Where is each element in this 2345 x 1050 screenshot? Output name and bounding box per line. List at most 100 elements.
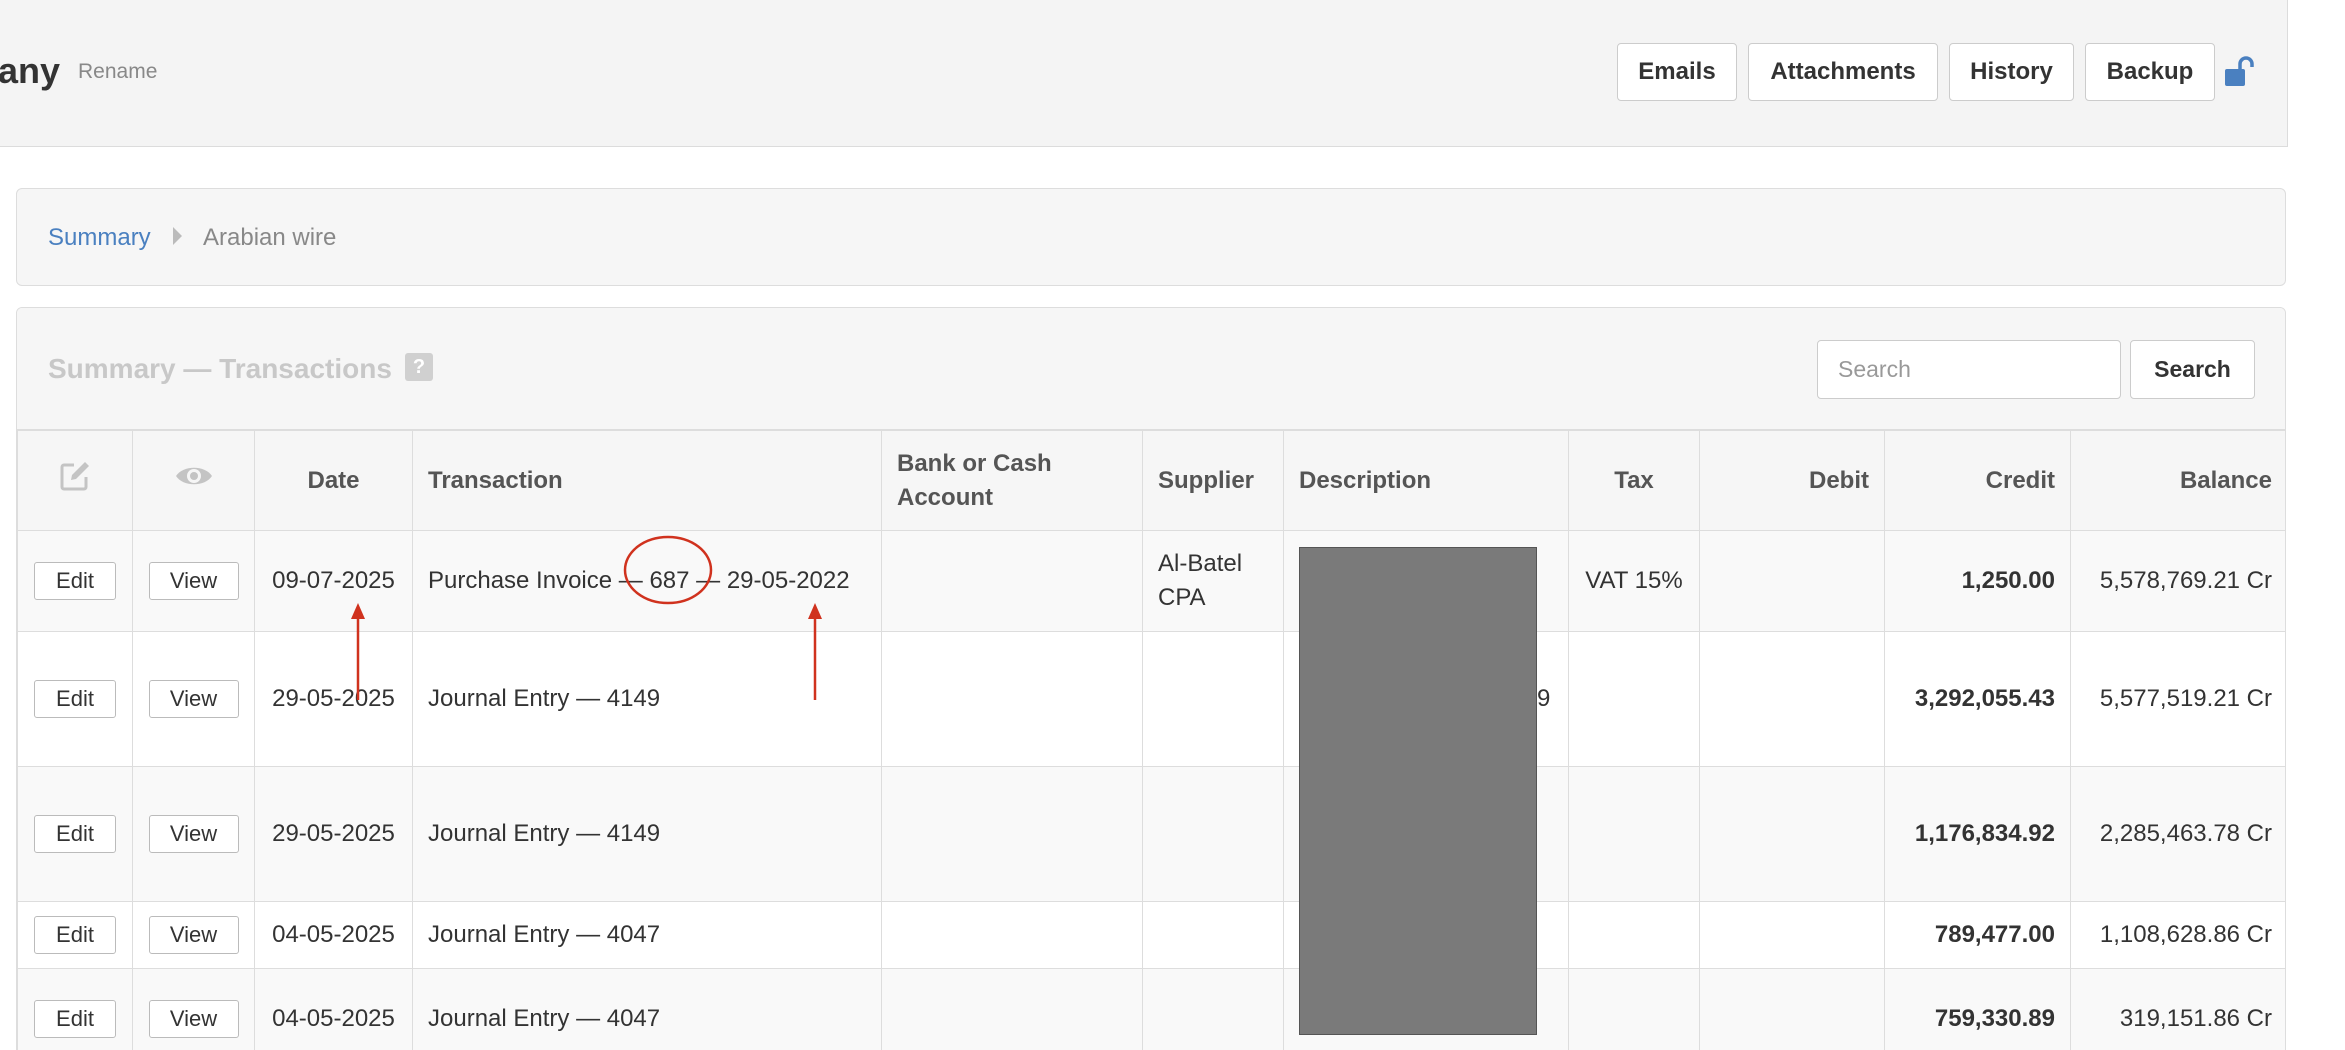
edit-cell: Edit <box>17 968 133 1050</box>
view-column-header <box>132 430 255 531</box>
balance-cell: 1,108,628.86 Cr <box>2070 901 2285 969</box>
unlock-icon[interactable] <box>2224 56 2254 88</box>
panel-header: Summary — Transactions ? Search <box>17 308 2285 430</box>
view-cell: View <box>132 968 255 1050</box>
debit-cell <box>1699 968 1885 1050</box>
supplier-cell <box>1142 968 1284 1050</box>
table-row: Edit View 09-07-2025 Purchase Invoice — … <box>17 530 2285 632</box>
transaction-cell: Journal Entry — 4149 <box>412 631 882 767</box>
column-header-description[interactable]: Description <box>1283 430 1569 531</box>
balance-cell: 5,577,519.21 Cr <box>2070 631 2285 767</box>
view-button[interactable]: View <box>148 815 239 853</box>
tax-cell <box>1568 901 1700 969</box>
view-button[interactable]: View <box>148 1000 239 1038</box>
table-row: Edit View 04-05-2025 Journal Entry — 404… <box>17 901 2285 969</box>
view-button[interactable]: View <box>148 562 239 600</box>
edit-button[interactable]: Edit <box>34 1000 116 1038</box>
column-header-bank-or-cash-account[interactable]: Bank or Cash Account <box>881 430 1143 531</box>
top-bar: any Rename Emails Attachments History Ba… <box>0 0 2288 147</box>
view-cell: View <box>132 631 255 767</box>
supplier-cell <box>1142 631 1284 767</box>
description-peek-text: 9 <box>1537 685 1551 712</box>
column-header-supplier[interactable]: Supplier <box>1142 430 1284 531</box>
balance-cell: 5,578,769.21 Cr <box>2070 530 2285 632</box>
table-header-row: Date Transaction Bank or Cash Account Su… <box>17 430 2285 531</box>
column-header-balance[interactable]: Balance <box>2070 430 2285 531</box>
edit-cell: Edit <box>17 530 133 632</box>
edit-icon <box>60 461 89 490</box>
credit-cell: 1,176,834.92 <box>1884 766 2071 902</box>
panel-title: Summary — Transactions <box>48 353 392 384</box>
view-button[interactable]: View <box>148 680 239 718</box>
breadcrumb-current: Arabian wire <box>203 224 337 251</box>
tax-cell <box>1568 766 1700 902</box>
column-header-credit[interactable]: Credit <box>1884 430 2071 531</box>
table-row: Edit View 04-05-2025 Journal Entry — 404… <box>17 968 2285 1050</box>
bank-cell <box>881 901 1143 969</box>
edit-cell: Edit <box>17 631 133 767</box>
company-name: any <box>0 50 61 91</box>
view-cell: View <box>132 766 255 902</box>
edit-button[interactable]: Edit <box>34 562 116 600</box>
debit-cell <box>1699 631 1885 767</box>
edit-cell: Edit <box>17 766 133 902</box>
date-cell: 04-05-2025 <box>254 901 413 969</box>
column-header-tax[interactable]: Tax <box>1568 430 1700 531</box>
transactions-table: Date Transaction Bank or Cash Account Su… <box>17 430 2285 1050</box>
tax-cell: VAT 15% <box>1568 530 1700 632</box>
view-button[interactable]: View <box>148 916 239 954</box>
table-row: Edit View 29-05-2025 Journal Entry — 414… <box>17 631 2285 767</box>
credit-cell: 789,477.00 <box>1884 901 2071 969</box>
edit-button[interactable]: Edit <box>34 815 116 853</box>
bank-cell <box>881 968 1143 1050</box>
edit-button[interactable]: Edit <box>34 916 116 954</box>
column-header-date[interactable]: Date <box>254 430 413 531</box>
breadcrumb-separator-icon <box>173 227 182 245</box>
credit-cell: 759,330.89 <box>1884 968 2071 1050</box>
balance-cell: 2,285,463.78 Cr <box>2070 766 2285 902</box>
transaction-cell: Journal Entry — 4047 <box>412 968 882 1050</box>
transactions-panel: Summary — Transactions ? Search Search D… <box>16 307 2286 1050</box>
view-cell: View <box>132 530 255 632</box>
history-button[interactable]: History <box>1949 43 2074 101</box>
date-cell: 09-07-2025 <box>254 530 413 632</box>
supplier-cell <box>1142 766 1284 902</box>
backup-button[interactable]: Backup <box>2085 43 2215 101</box>
credit-cell: 3,292,055.43 <box>1884 631 2071 767</box>
rename-link[interactable]: Rename <box>78 60 157 84</box>
bank-cell <box>881 631 1143 767</box>
supplier-cell <box>1142 901 1284 969</box>
date-cell: 29-05-2025 <box>254 766 413 902</box>
date-cell: 04-05-2025 <box>254 968 413 1050</box>
credit-cell: 1,250.00 <box>1884 530 2071 632</box>
search-button[interactable]: Search <box>2130 340 2255 399</box>
bank-cell <box>881 530 1143 632</box>
edit-button[interactable]: Edit <box>34 680 116 718</box>
date-cell: 29-05-2025 <box>254 631 413 767</box>
debit-cell <box>1699 901 1885 969</box>
column-header-transaction[interactable]: Transaction <box>412 430 882 531</box>
redaction-block <box>1299 547 1537 1035</box>
emails-button[interactable]: Emails <box>1617 43 1737 101</box>
transaction-cell: Journal Entry — 4047 <box>412 901 882 969</box>
breadcrumb-summary-link[interactable]: Summary <box>48 224 151 252</box>
tax-cell <box>1568 968 1700 1050</box>
search-input[interactable] <box>1817 340 2121 399</box>
bank-cell <box>881 766 1143 902</box>
view-cell: View <box>132 901 255 969</box>
transaction-cell: Journal Entry — 4149 <box>412 766 882 902</box>
supplier-cell: Al-Batel CPA <box>1142 530 1284 632</box>
edit-cell: Edit <box>17 901 133 969</box>
edit-column-header <box>17 430 133 531</box>
debit-cell <box>1699 766 1885 902</box>
transaction-cell: Purchase Invoice — 687 — 29-05-2022 <box>412 530 882 632</box>
tax-cell <box>1568 631 1700 767</box>
balance-cell: 319,151.86 Cr <box>2070 968 2285 1050</box>
debit-cell <box>1699 530 1885 632</box>
breadcrumb: Summary Arabian wire <box>16 188 2286 286</box>
help-icon[interactable]: ? <box>405 353 433 381</box>
column-header-debit[interactable]: Debit <box>1699 430 1885 531</box>
eye-icon <box>175 467 212 484</box>
table-row: Edit View 29-05-2025 Journal Entry — 414… <box>17 766 2285 902</box>
attachments-button[interactable]: Attachments <box>1748 43 1938 101</box>
